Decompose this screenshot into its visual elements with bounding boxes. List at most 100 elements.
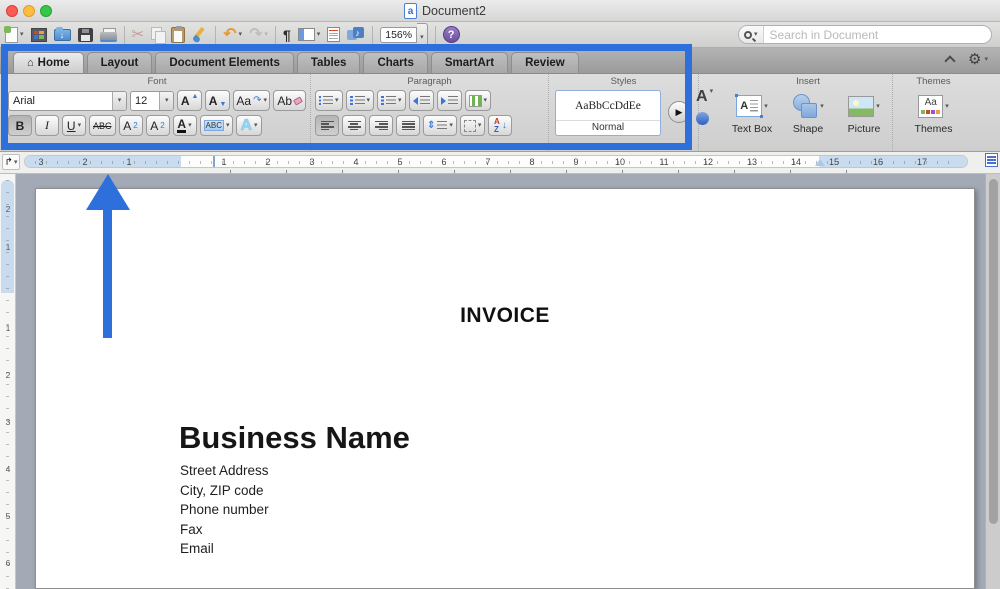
font-name-dropdown[interactable]: ▾ bbox=[112, 92, 126, 110]
address-line[interactable]: Email bbox=[180, 539, 269, 559]
view-layout-button[interactable]: ▾ bbox=[298, 28, 321, 41]
right-indent-marker[interactable] bbox=[815, 159, 825, 166]
address-block[interactable]: Street AddressCity, ZIP codePhone number… bbox=[180, 461, 269, 559]
dropdown-arrow-icon[interactable]: ▾ bbox=[367, 97, 371, 104]
quick-style-icon[interactable] bbox=[696, 112, 709, 125]
superscript-button[interactable]: A2 bbox=[119, 115, 143, 136]
ruler-toggle-icon[interactable] bbox=[985, 153, 998, 167]
dropdown-arrow-icon[interactable]: ▾ bbox=[78, 122, 82, 129]
numbering-button[interactable]: ▾ bbox=[346, 90, 375, 111]
dropdown-arrow-icon[interactable]: ▾ bbox=[820, 103, 824, 110]
dropdown-arrow-icon[interactable]: ▾ bbox=[254, 122, 258, 129]
shrink-font-button[interactable]: A▼ bbox=[205, 90, 230, 111]
media-browser-icon[interactable]: ♪ bbox=[347, 27, 365, 42]
dropdown-arrow-icon[interactable]: ▾ bbox=[226, 122, 230, 129]
format-painter-icon[interactable] bbox=[192, 27, 208, 43]
insert-shape-button[interactable]: ▾ Shape bbox=[782, 91, 834, 135]
document-page[interactable]: INVOICE Business Name Street AddressCity… bbox=[35, 188, 975, 589]
ribbon-tab[interactable]: ⌂ SmartArt bbox=[431, 52, 508, 73]
themes-button[interactable]: Aa▾ Themes bbox=[908, 91, 960, 135]
address-line[interactable]: Phone number bbox=[180, 500, 269, 520]
undo-button[interactable]: ↶▾ bbox=[223, 27, 242, 43]
horizontal-ruler[interactable]: 321 1234567891011121314 151617 bbox=[24, 155, 968, 168]
clear-formatting-button[interactable]: Ab bbox=[273, 90, 306, 111]
dropdown-arrow-icon[interactable]: ▾ bbox=[484, 97, 488, 104]
zoom-control[interactable]: 156% ▾ bbox=[380, 23, 427, 47]
strikethrough-button[interactable]: ABC bbox=[89, 115, 116, 136]
help-button[interactable]: ? bbox=[443, 26, 460, 43]
styles-expand-button[interactable]: ▶ bbox=[668, 101, 690, 123]
bullets-button[interactable]: ▾ bbox=[315, 90, 343, 111]
search-input[interactable] bbox=[764, 28, 991, 42]
dropdown-arrow-icon[interactable]: ▾ bbox=[20, 31, 24, 38]
ribbon-tab[interactable]: ⌂ Document Elements bbox=[155, 52, 294, 73]
sort-button[interactable]: AZ↓ bbox=[488, 115, 512, 136]
align-left-button[interactable] bbox=[315, 115, 339, 136]
multilevel-list-button[interactable]: ▾ bbox=[377, 90, 406, 111]
dropdown-arrow-icon[interactable]: ▾ bbox=[710, 88, 714, 95]
business-name-text[interactable]: Business Name bbox=[179, 420, 410, 456]
new-document-button[interactable]: ▾ bbox=[5, 27, 24, 43]
paste-icon[interactable] bbox=[171, 27, 185, 43]
align-right-button[interactable] bbox=[369, 115, 393, 136]
line-spacing-button[interactable]: ⇕▾ bbox=[423, 115, 457, 136]
ribbon-tab[interactable]: ⌂ Home bbox=[13, 52, 84, 73]
change-case-button[interactable]: Aa↷▾ bbox=[233, 90, 270, 111]
address-line[interactable]: Street Address bbox=[180, 461, 269, 481]
ribbon-settings-button[interactable]: ⚙▾ bbox=[968, 50, 988, 68]
dropdown-arrow-icon[interactable]: ▾ bbox=[764, 103, 768, 110]
dropdown-arrow-icon[interactable]: ▾ bbox=[478, 122, 482, 129]
vertical-scrollbar[interactable] bbox=[985, 174, 1000, 589]
columns-button[interactable]: ▾ bbox=[465, 90, 492, 111]
font-size-dropdown[interactable]: ▾ bbox=[159, 92, 173, 110]
search-scope-button[interactable]: ▾ bbox=[739, 26, 764, 43]
zoom-value[interactable]: 156% bbox=[380, 27, 417, 43]
address-line[interactable]: Fax bbox=[180, 520, 269, 540]
dropdown-arrow-icon[interactable]: ▾ bbox=[876, 103, 880, 110]
insert-picture-button[interactable]: ▾ Picture bbox=[838, 91, 890, 135]
decrease-indent-button[interactable] bbox=[409, 90, 434, 111]
ribbon-tab[interactable]: ⌂ Layout bbox=[87, 52, 153, 73]
italic-button[interactable]: I bbox=[35, 115, 59, 136]
font-name-value[interactable]: Arial bbox=[9, 95, 112, 107]
dropdown-arrow-icon[interactable]: ▾ bbox=[317, 31, 321, 38]
elements-gallery-icon[interactable] bbox=[31, 28, 47, 42]
text-effect-style-button[interactable]: A▾ bbox=[696, 88, 713, 106]
bold-button[interactable]: B bbox=[8, 115, 32, 136]
font-name-combo[interactable]: Arial ▾ bbox=[8, 91, 127, 111]
dropdown-arrow-icon[interactable]: ▾ bbox=[239, 31, 243, 38]
ribbon-tab[interactable]: ⌂ Charts bbox=[363, 52, 427, 73]
ribbon-tab[interactable]: ⌂ Tables bbox=[297, 52, 361, 73]
style-preview[interactable]: AaBbCcDdEe Normal bbox=[555, 90, 661, 136]
dropdown-arrow-icon[interactable]: ▾ bbox=[984, 56, 988, 63]
dropdown-arrow-icon[interactable]: ▾ bbox=[188, 122, 192, 129]
subscript-button[interactable]: A2 bbox=[146, 115, 170, 136]
dropdown-arrow-icon[interactable]: ▾ bbox=[754, 31, 758, 38]
open-icon[interactable]: ↓ bbox=[54, 29, 71, 41]
align-center-button[interactable] bbox=[342, 115, 366, 136]
ribbon-tab[interactable]: ⌂ Review bbox=[511, 52, 579, 73]
dropdown-arrow-icon[interactable]: ▾ bbox=[449, 122, 453, 129]
dropdown-arrow-icon[interactable]: ▾ bbox=[263, 97, 267, 104]
text-effects-button[interactable]: A▾ bbox=[236, 115, 261, 136]
save-icon[interactable] bbox=[78, 28, 93, 42]
highlight-button[interactable]: ABC▾ bbox=[200, 115, 234, 136]
grow-font-button[interactable]: A▲ bbox=[177, 90, 202, 111]
address-line[interactable]: City, ZIP code bbox=[180, 481, 269, 501]
scrollbar-thumb[interactable] bbox=[989, 179, 998, 524]
print-icon[interactable] bbox=[100, 28, 117, 41]
invoice-title[interactable]: INVOICE bbox=[36, 304, 974, 328]
tab-stop-selector[interactable]: ↱▾ bbox=[2, 154, 20, 170]
show-styles-icon[interactable] bbox=[327, 27, 340, 42]
font-size-combo[interactable]: 12 ▾ bbox=[130, 91, 174, 111]
search-box[interactable]: ▾ bbox=[738, 25, 992, 44]
increase-indent-button[interactable] bbox=[437, 90, 462, 111]
zoom-dropdown[interactable]: ▾ bbox=[417, 23, 428, 47]
underline-button[interactable]: U▾ bbox=[62, 115, 86, 136]
dropdown-arrow-icon[interactable]: ▾ bbox=[335, 97, 339, 104]
borders-button[interactable]: ▾ bbox=[460, 115, 486, 136]
font-color-button[interactable]: A▾ bbox=[173, 115, 197, 136]
show-formatting-marks-button[interactable]: ¶ bbox=[283, 27, 291, 43]
indent-marker[interactable] bbox=[193, 156, 205, 168]
font-size-value[interactable]: 12 bbox=[131, 95, 159, 107]
